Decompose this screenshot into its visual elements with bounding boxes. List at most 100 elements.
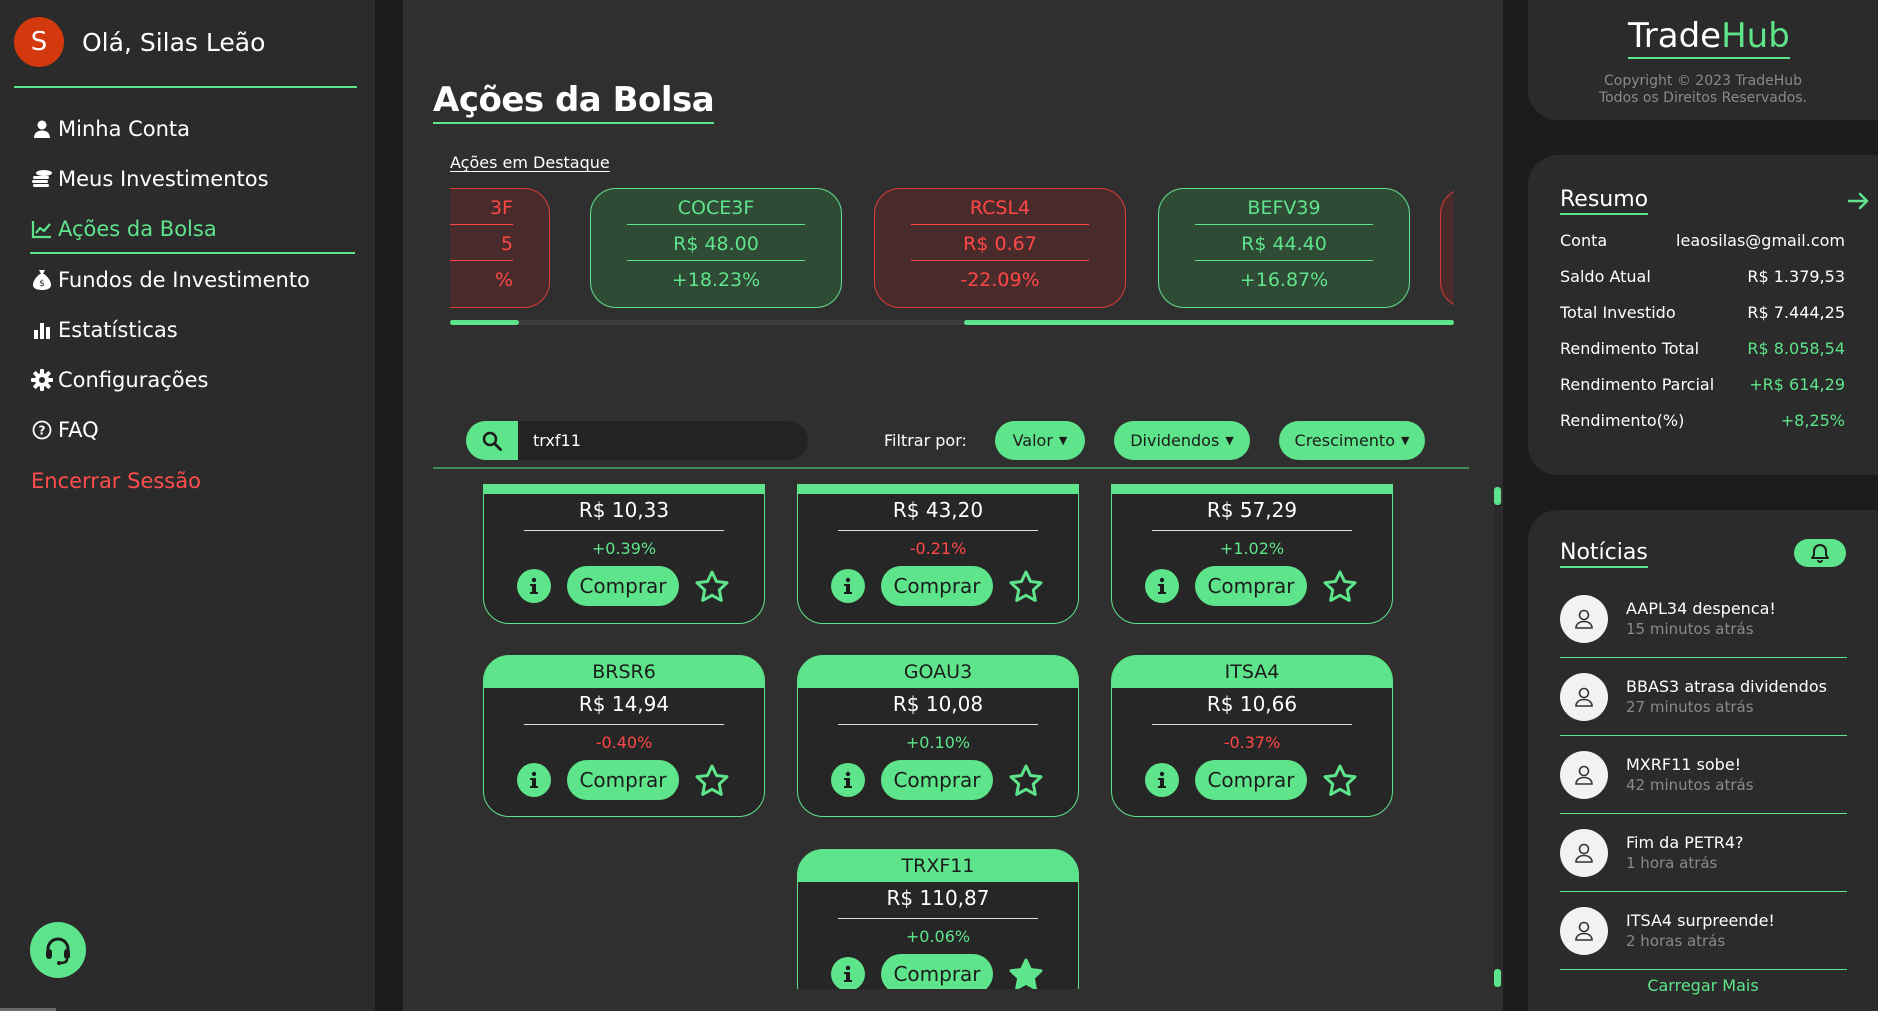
search-input[interactable] [518, 421, 808, 460]
load-more-button[interactable]: Carregar Mais [1528, 976, 1878, 995]
sidebar-item-label: Ações da Bolsa [58, 217, 217, 241]
logout-button[interactable]: Encerrar Sessão [31, 469, 201, 493]
star-outline-icon [1009, 570, 1043, 602]
sidebar-item-estatisticas[interactable]: Estatísticas [30, 318, 178, 342]
brand-logo[interactable]: TradeHub [1628, 16, 1790, 59]
stock-card: R$ 57,29 +1.02% Comprar [1111, 484, 1393, 624]
info-icon [841, 577, 855, 595]
search-divider [433, 467, 1469, 469]
money-bag-icon: $ [30, 268, 54, 292]
info-button[interactable] [831, 957, 865, 989]
stock-change: -0.21% [909, 539, 967, 558]
notifications-button[interactable] [1794, 539, 1846, 567]
info-icon [841, 771, 855, 789]
buy-button[interactable]: Comprar [567, 566, 679, 606]
stock-price: R$ 10,33 [524, 498, 724, 531]
grid-scrollbar-thumb[interactable] [1494, 969, 1501, 987]
buy-button[interactable]: Comprar [881, 760, 993, 800]
favorite-button[interactable] [693, 567, 731, 605]
stock-change: +0.06% [905, 927, 971, 946]
stock-ticker: ITSA4 [1112, 656, 1392, 688]
summary-label: Conta [1560, 231, 1608, 250]
featured-card[interactable]: COCE3F R$ 48.00 +18.23% [590, 188, 842, 308]
coins-icon [30, 167, 54, 191]
search-bar [466, 421, 808, 460]
favorite-button[interactable] [1007, 567, 1045, 605]
star-outline-icon [1323, 570, 1357, 602]
summary-row: Total Investido R$ 7.444,25 [1560, 303, 1845, 322]
featured-label: Ações em Destaque [450, 153, 610, 172]
stock-ticker: BRSR6 [484, 656, 764, 688]
featured-change: % [494, 269, 513, 291]
active-item-underline [30, 252, 355, 254]
star-filled-icon [1009, 958, 1043, 989]
news-item[interactable]: ITSA4 surpreende! 2 horas atrás [1560, 892, 1847, 970]
info-button[interactable] [1145, 569, 1179, 603]
arrow-right-icon[interactable] [1848, 191, 1870, 211]
favorite-button[interactable] [1007, 761, 1045, 799]
news-item[interactable]: AAPL34 despenca! 15 minutos atrás [1560, 580, 1847, 658]
news-item[interactable]: Fim da PETR4? 1 hora atrás [1560, 814, 1847, 892]
caret-down-icon: ▼ [1400, 434, 1410, 447]
gutter-right [1503, 0, 1528, 1011]
summary-value: R$ 7.444,25 [1747, 303, 1845, 322]
news-item[interactable]: BBAS3 atrasa dividendos 27 minutos atrás [1560, 658, 1847, 736]
buy-button[interactable]: Comprar [881, 954, 993, 989]
stock-card: R$ 10,33 +0.39% Comprar [483, 484, 765, 624]
stock-ticker: GOAU3 [798, 656, 1078, 688]
featured-card[interactable]: 3F 5 % [450, 188, 550, 308]
favorite-button[interactable] [693, 761, 731, 799]
buy-button[interactable]: Comprar [1195, 566, 1307, 606]
sidebar-item-minha-conta[interactable]: Minha Conta [30, 117, 190, 141]
sidebar-item-fundos-de-investimento[interactable]: $ Fundos de Investimento [30, 268, 310, 292]
summary-label: Rendimento Total [1560, 339, 1700, 358]
featured-card[interactable]: BEFV39 R$ 44.40 +16.87% [1158, 188, 1410, 308]
featured-carousel[interactable]: 3F 5 % COCE3F R$ 48.00 +18.23% RCSL4 R$ … [450, 188, 1454, 310]
featured-card[interactable] [1440, 188, 1454, 308]
buy-button[interactable]: Comprar [1195, 760, 1307, 800]
info-button[interactable] [831, 569, 865, 603]
filter-dividendos-button[interactable]: Dividendos ▼ [1114, 421, 1250, 460]
info-button[interactable] [517, 763, 551, 797]
buy-button[interactable]: Comprar [567, 760, 679, 800]
carousel-scrollbar-thumb[interactable] [450, 320, 519, 325]
info-icon [527, 577, 541, 595]
filter-valor-button[interactable]: Valor ▼ [995, 421, 1085, 460]
summary-row: Saldo Atual R$ 1.379,53 [1560, 267, 1845, 286]
sidebar-divider [14, 86, 357, 88]
featured-card[interactable]: RCSL4 R$ 0.67 -22.09% [874, 188, 1126, 308]
summary-value: +R$ 614,29 [1749, 375, 1845, 394]
search-button[interactable] [466, 421, 518, 460]
buy-button[interactable]: Comprar [881, 566, 993, 606]
news-time: 15 minutos atrás [1626, 620, 1754, 638]
user-avatar-icon [1560, 906, 1608, 955]
favorite-button[interactable] [1007, 955, 1045, 989]
info-button[interactable] [831, 763, 865, 797]
chart-line-icon [30, 217, 54, 241]
grid-scrollbar-thumb[interactable] [1494, 487, 1501, 505]
card-header [484, 485, 764, 494]
support-button[interactable] [30, 922, 86, 978]
featured-price: R$ 44.40 [1195, 225, 1373, 261]
featured-ticker: 3F [450, 189, 513, 225]
stock-change: -0.40% [595, 733, 653, 752]
avatar[interactable]: S [14, 17, 64, 67]
info-button[interactable] [1145, 763, 1179, 797]
sidebar-item-acoes-da-bolsa[interactable]: Ações da Bolsa [30, 217, 217, 241]
filter-crescimento-button[interactable]: Crescimento ▼ [1279, 421, 1425, 460]
stock-card: ITSA4 R$ 10,66 -0.37% Comprar [1111, 655, 1393, 817]
filter-label: Filtrar por: [884, 431, 967, 450]
news-headline: MXRF11 sobe! [1626, 755, 1742, 774]
info-button[interactable] [517, 569, 551, 603]
grid-scrollbar-track[interactable] [1494, 487, 1501, 989]
sidebar-item-meus-investimentos[interactable]: Meus Investimentos [30, 167, 269, 191]
featured-price: 5 [450, 225, 513, 261]
carousel-scrollbar-thumb[interactable] [964, 320, 1454, 325]
favorite-button[interactable] [1321, 761, 1359, 799]
sidebar-item-configuracoes[interactable]: Configurações [30, 368, 208, 392]
star-outline-icon [695, 570, 729, 602]
user-profile[interactable]: S Olá, Silas Leão [14, 17, 265, 67]
news-item[interactable]: MXRF11 sobe! 42 minutos atrás [1560, 736, 1847, 814]
favorite-button[interactable] [1321, 567, 1359, 605]
sidebar-item-faq[interactable]: ? FAQ [30, 418, 99, 442]
